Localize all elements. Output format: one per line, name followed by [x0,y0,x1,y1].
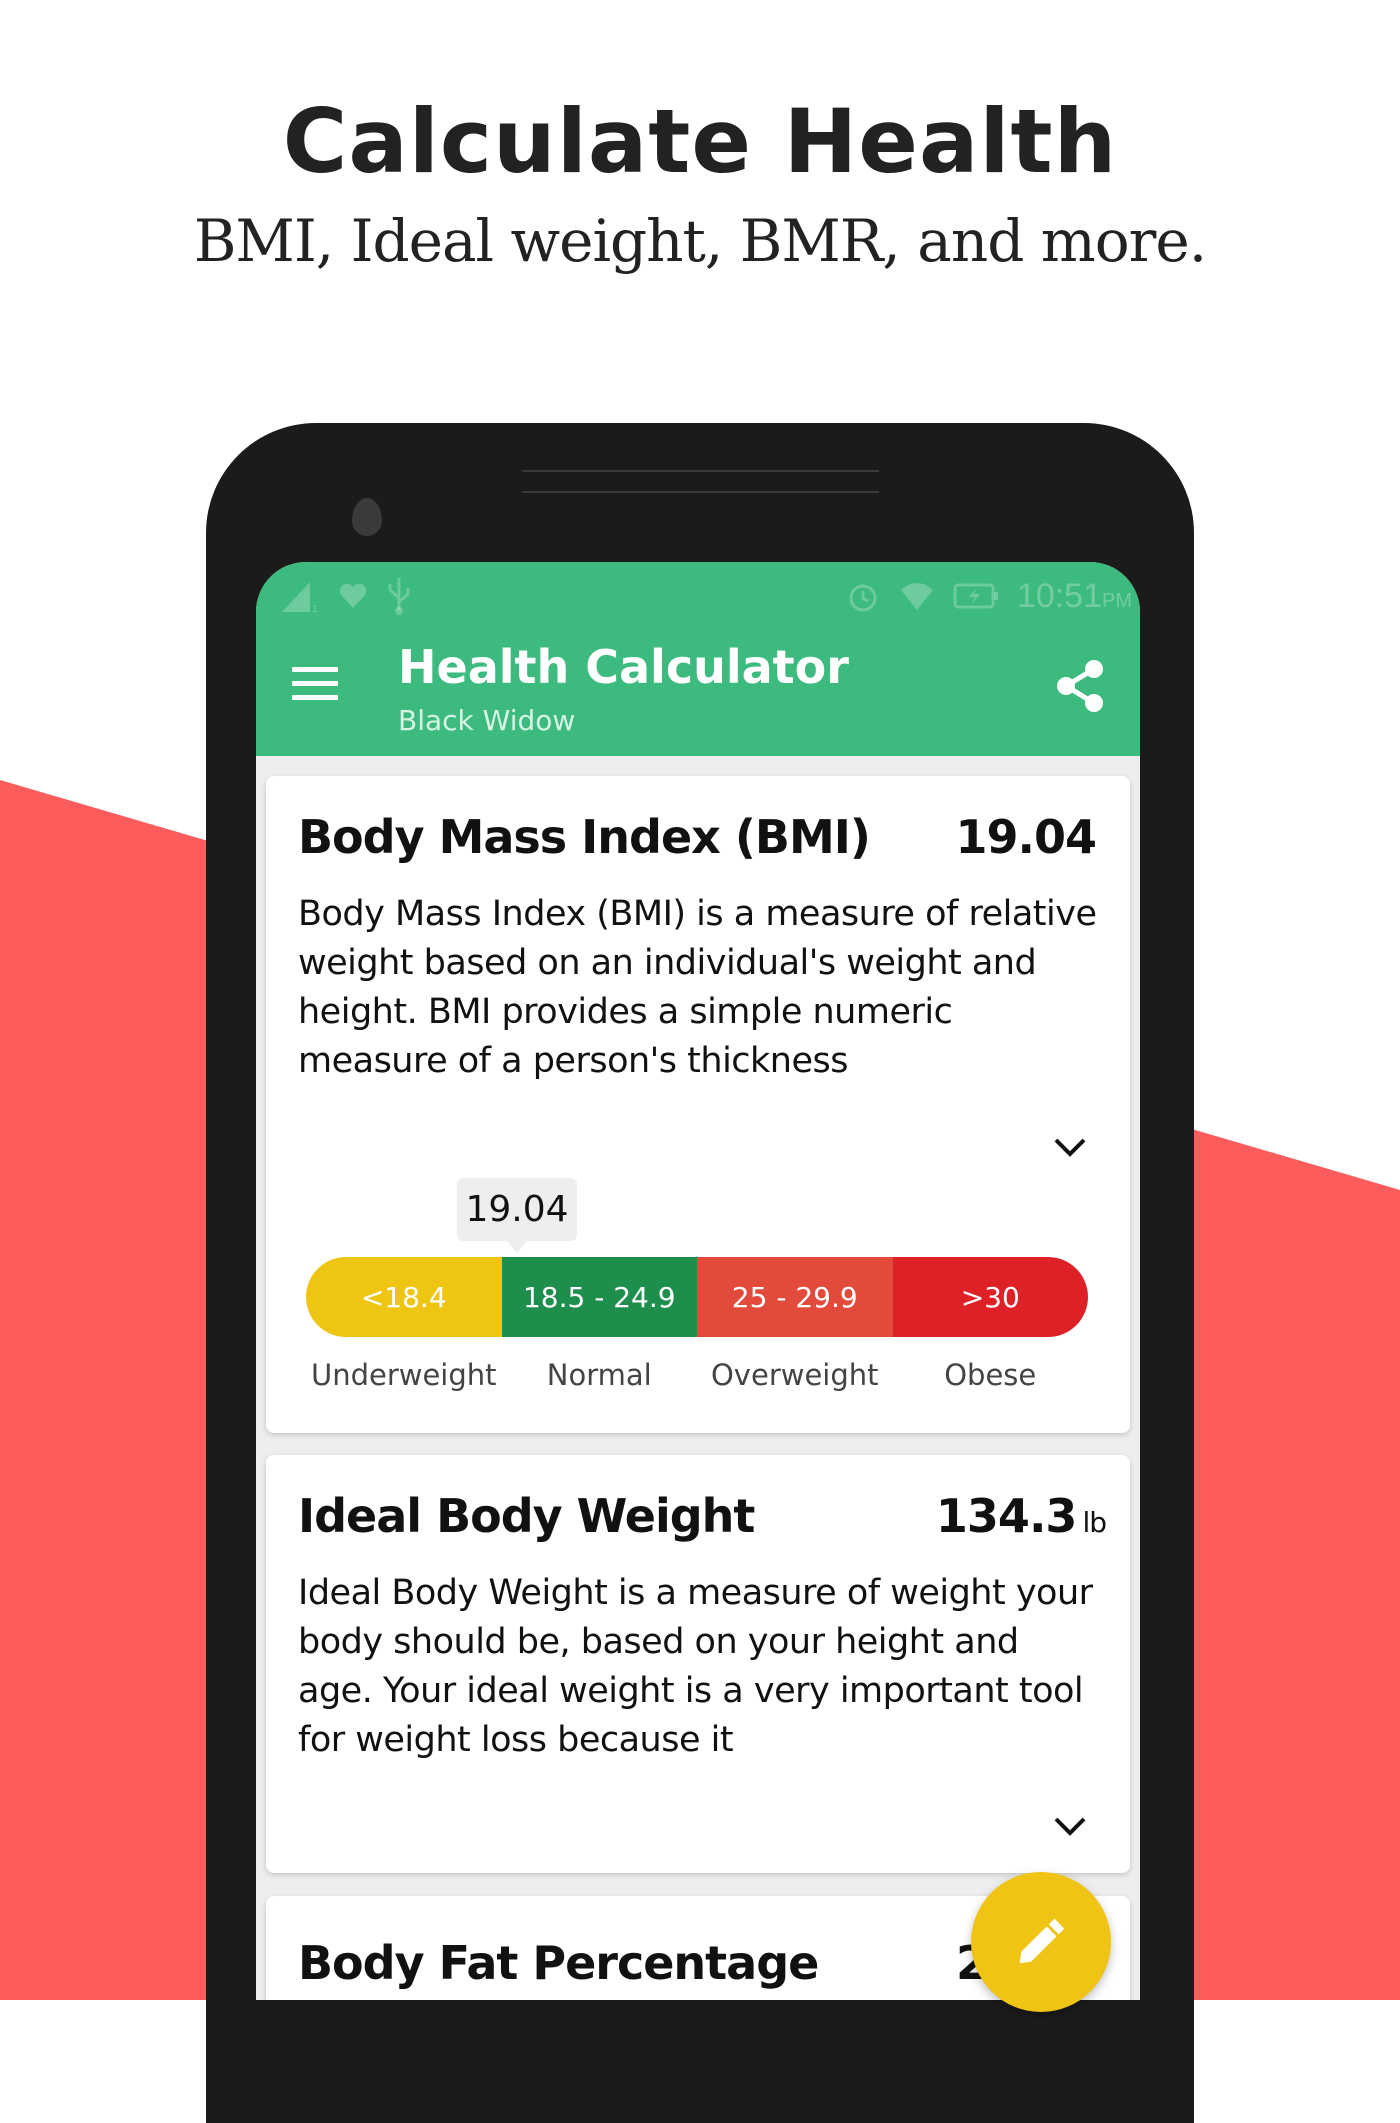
status-bar-left: 1 [280,576,412,616]
card-value: 134.3 lb [935,1489,1107,1543]
app-bar: 1 10:51PM Health Calculator Black Widow [256,562,1140,756]
bmi-label-underweight: Underweight [310,1358,497,1392]
usb-icon [388,578,410,615]
battery-charging-icon [953,583,998,609]
share-icon[interactable] [1054,658,1106,714]
card-value-number: 134.3 [935,1489,1078,1543]
card-value-unit: lb [1082,1506,1107,1539]
bmi-current-tooltip: 19.04 [457,1178,577,1253]
wifi-icon [900,583,933,610]
bmi-label-normal: Normal [546,1358,652,1392]
app-subtitle: Black Widow [398,704,576,737]
edit-fab-button[interactable] [971,1872,1111,2012]
card-description: Ideal Body Weight is a measure of weight… [298,1573,1093,1760]
card-title: Ideal Body Weight [298,1489,755,1543]
alarm-icon [849,584,877,612]
svg-text:1: 1 [312,604,318,614]
card-title: Body Fat Percentage [298,1936,819,1990]
status-bar-right: 10:51PM [845,576,1132,616]
front-camera [352,498,382,536]
heart-icon [339,583,367,608]
speaker-grille [522,491,879,493]
signal-icon: 1 [282,582,318,614]
status-time-value: 10:51 [1016,576,1102,615]
chevron-down-icon[interactable] [1050,1134,1090,1160]
promo-title: Calculate Health [282,90,1118,193]
bmi-segment-overweight: 25 - 29.9 [697,1257,893,1337]
bmi-segment-obese: >30 [892,1257,1088,1337]
bmi-label-overweight: Overweight [710,1358,879,1392]
status-time: 10:51PM [1017,577,1132,616]
card-description: Body Mass Index (BMI) is a measure of re… [298,894,1097,1081]
bmi-segment-normal: 18.5 - 24.9 [501,1257,697,1337]
bmi-label-obese: Obese [944,1358,1037,1392]
bmi-scale-labels: Underweight Normal Overweight Obese [306,1358,1088,1392]
promo-subtitle: BMI, Ideal weight, BMR, and more. [193,207,1207,275]
chevron-down-icon[interactable] [1050,1813,1090,1839]
hamburger-menu-icon[interactable] [292,667,340,703]
app-screen: 1 10:51PM Health Calculator Black Widow … [256,562,1140,2000]
card-title: Body Mass Index (BMI) [298,810,871,864]
bmi-card[interactable]: Body Mass Index (BMI) 19.04 Body Mass In… [266,776,1130,1433]
status-ampm: PM [1102,589,1132,612]
app-title: Health Calculator [398,640,849,694]
edit-pencil-icon [1019,1918,1065,1964]
card-value: 19.04 [955,810,1097,864]
bmi-scale-bar: <18.4 18.5 - 24.9 25 - 29.9 >30 [306,1257,1088,1337]
bmi-segment-underweight: <18.4 [306,1257,502,1337]
speaker-grille [522,470,879,472]
ideal-weight-card[interactable]: Ideal Body Weight 134.3 lb Ideal Body Wei… [266,1455,1130,1873]
